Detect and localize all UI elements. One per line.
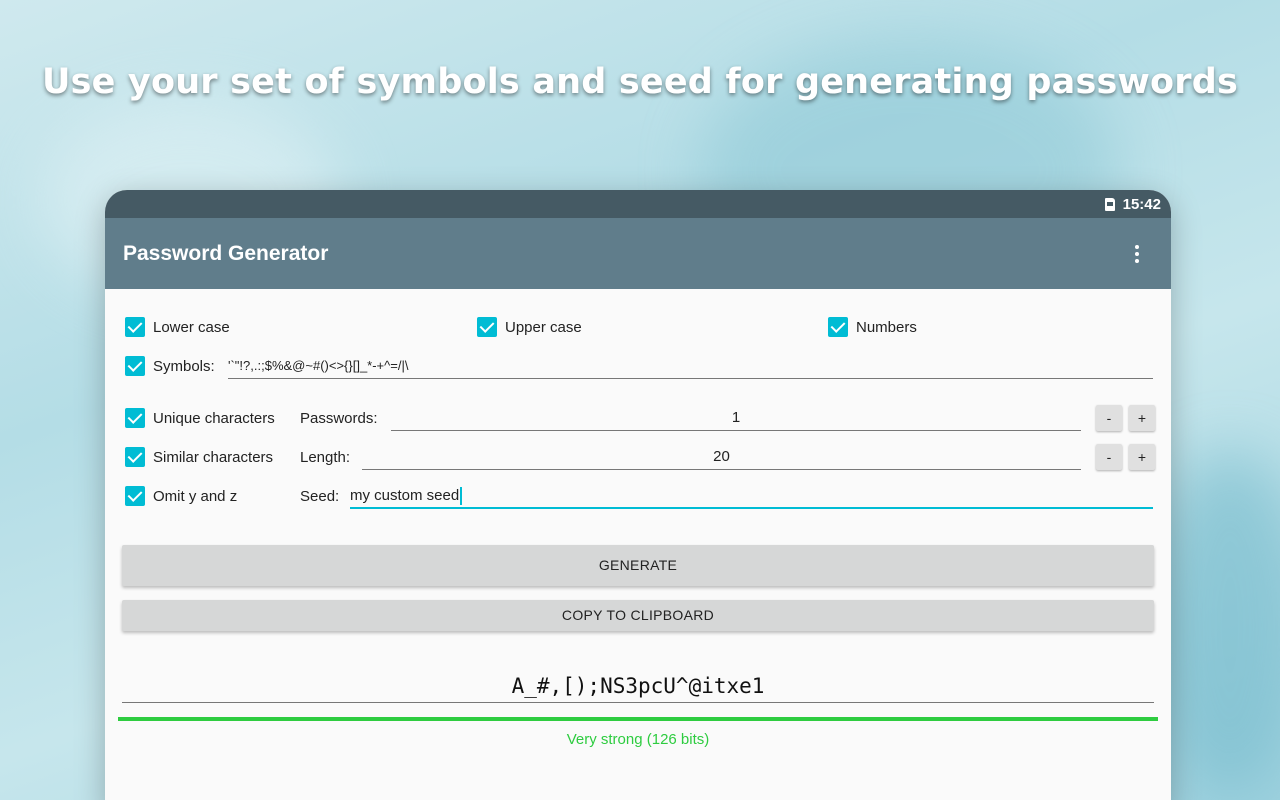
checkbox-checked-icon <box>125 356 145 376</box>
headline: Use your set of symbols and seed for gen… <box>41 62 1239 102</box>
passwords-label: Passwords: <box>300 410 378 427</box>
tablet-screen: 15:42 Password Generator Lower case Uppe… <box>105 190 1171 800</box>
passwords-count-input[interactable]: 1 <box>391 407 1081 431</box>
seed-label: Seed: <box>300 488 340 505</box>
strength-text: Very strong (126 bits) <box>566 731 710 748</box>
sd-card-icon <box>1104 197 1115 211</box>
status-time: 15:42 <box>1122 195 1161 213</box>
status-bar: 15:42 <box>105 190 1171 218</box>
text-cursor <box>460 487 463 506</box>
length-increment-button[interactable]: + <box>1129 444 1155 470</box>
length-label: Length: <box>300 449 351 466</box>
lower-case-checkbox[interactable]: Lower case <box>125 317 230 337</box>
length-decrement-button[interactable]: - <box>1096 444 1122 470</box>
generator-form: Lower case Upper case Numbers Symbols: '… <box>105 289 1171 800</box>
omit-y-and-z-label: Omit y and z <box>153 487 238 505</box>
checkbox-checked-icon <box>125 486 145 506</box>
checkbox-checked-icon <box>125 447 145 467</box>
generate-button[interactable]: GENERATE <box>122 545 1154 586</box>
upper-case-checkbox[interactable]: Upper case <box>477 317 582 337</box>
omit-y-and-z-checkbox[interactable]: Omit y and z <box>125 486 237 506</box>
upper-case-label: Upper case <box>505 318 582 336</box>
similar-characters-checkbox[interactable]: Similar characters <box>125 447 273 467</box>
unique-characters-label: Unique characters <box>153 409 275 427</box>
passwords-increment-button[interactable]: + <box>1129 405 1155 431</box>
numbers-label: Numbers <box>856 318 917 336</box>
symbols-input[interactable]: '`"!?,.:;$%&@~#()<>{}[]_*-+^=/|\ <box>228 355 1153 379</box>
more-vert-icon[interactable] <box>1131 241 1143 267</box>
checkbox-checked-icon <box>828 317 848 337</box>
copy-to-clipboard-button[interactable]: COPY TO CLIPBOARD <box>122 600 1154 631</box>
app-bar: Password Generator <box>105 218 1171 289</box>
lower-case-label: Lower case <box>153 318 230 336</box>
strength-bar <box>118 717 1158 721</box>
unique-characters-checkbox[interactable]: Unique characters <box>125 408 275 428</box>
numbers-checkbox[interactable]: Numbers <box>828 317 917 337</box>
passwords-decrement-button[interactable]: - <box>1096 405 1122 431</box>
length-input[interactable]: 20 <box>362 446 1081 470</box>
symbols-checkbox[interactable]: Symbols: <box>125 356 215 376</box>
similar-characters-label: Similar characters <box>153 448 274 466</box>
checkbox-checked-icon <box>125 317 145 337</box>
symbols-label: Symbols: <box>153 357 215 375</box>
app-title: Password Generator <box>123 241 329 265</box>
checkbox-checked-icon <box>477 317 497 337</box>
seed-value: my custom seed <box>350 487 460 504</box>
checkbox-checked-icon <box>125 408 145 428</box>
seed-input[interactable]: my custom seed <box>350 485 1153 509</box>
generated-password[interactable]: A_#,[);NS3pcU^@itxe1 <box>122 671 1154 703</box>
